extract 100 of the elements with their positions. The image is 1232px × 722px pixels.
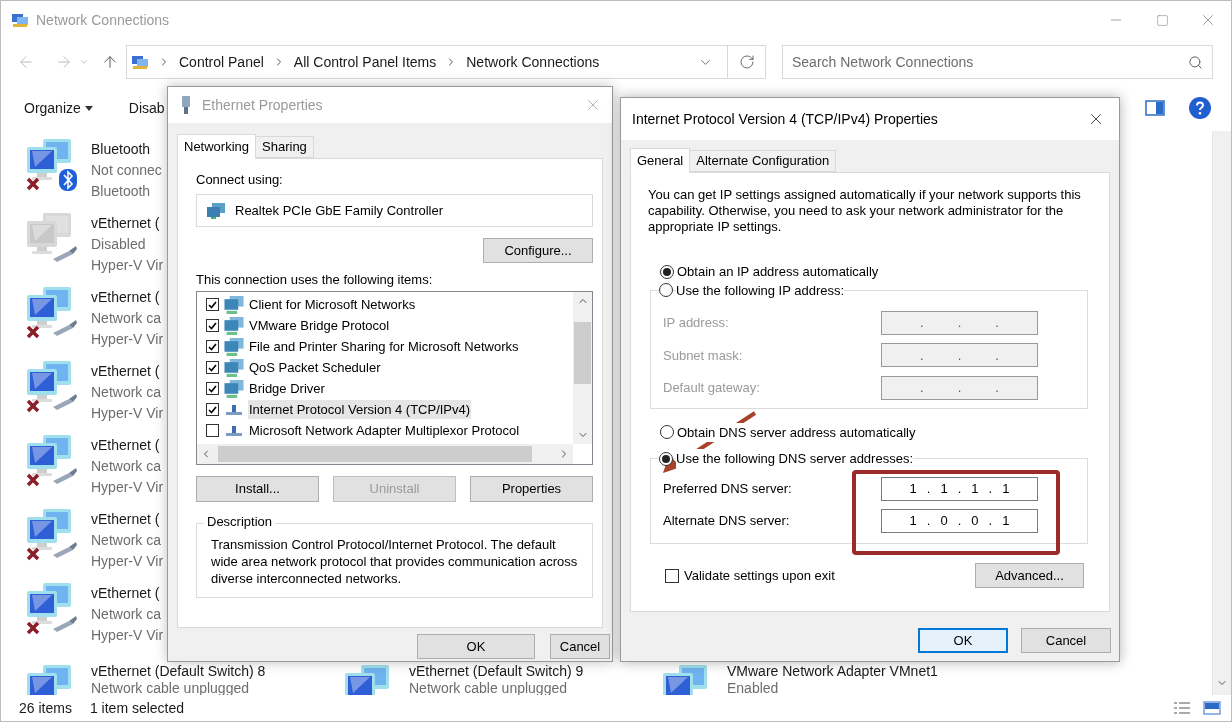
radio-button[interactable] <box>659 451 673 466</box>
connection-status: Not connec <box>91 161 162 180</box>
connection-device: Hyper-V Vir <box>91 552 164 571</box>
field-label: Alternate DNS server: <box>663 512 791 531</box>
address-bar[interactable]: Control Panel All Control Panel Items Network Connections <box>126 45 728 79</box>
selection-count: 1 item selected <box>89 698 185 718</box>
refresh-button[interactable] <box>728 45 766 79</box>
details-view-icon[interactable] <box>1173 702 1191 714</box>
field-label: Subnet mask: <box>663 346 744 365</box>
tab[interactable]: General <box>630 148 691 173</box>
connection-status: Enabled <box>727 680 780 695</box>
scrollbar[interactable] <box>197 444 573 464</box>
toolbar-button[interactable]: Disab <box>128 97 165 119</box>
radio-button[interactable] <box>660 425 674 440</box>
connection-name: vEthernet ( <box>91 584 161 603</box>
toolbar-button[interactable]: Organize <box>24 97 93 119</box>
search-field[interactable]: Search Network Connections <box>782 45 1213 79</box>
connection-status: Network ca <box>91 309 163 328</box>
component-label[interactable]: Client for Microsoft Networks <box>248 294 417 315</box>
connection-status: Network ca <box>91 383 163 402</box>
dialog-title: Internet Protocol Version 4 (TCP/IPv4) Properties <box>632 109 938 129</box>
ip-address-field[interactable]: 1.1.1.1 <box>881 477 1038 501</box>
checkbox[interactable] <box>206 403 219 416</box>
connection-device: Hyper-V Vir <box>91 330 164 349</box>
dialog-button[interactable]: Cancel <box>1021 628 1111 653</box>
tab[interactable]: Sharing <box>256 136 314 158</box>
checkbox[interactable] <box>206 319 219 332</box>
field-label: Preferred DNS server: <box>663 480 793 499</box>
intro-text: You can get IP settings assigned automatically if your network supports this capability. Otherwise, you need to ask your network administrator for the appropriate IP settings. <box>648 187 1082 235</box>
checkbox[interactable] <box>206 298 219 311</box>
component-label[interactable]: File and Printer Sharing for Microsoft Networks <box>248 336 520 357</box>
connection-device: Bluetooth <box>91 182 152 201</box>
dialog-button[interactable]: Install... <box>196 476 319 502</box>
ip-address-field[interactable]: 1.0.0.1 <box>881 509 1038 533</box>
ethernet-plug-icon <box>181 95 191 115</box>
up-icon[interactable] <box>101 53 119 71</box>
connection-status: Network ca <box>91 605 163 624</box>
connection-name: VMware Network Adapter VMnet1 <box>727 663 938 680</box>
dialog-button[interactable]: Properties <box>470 476 593 502</box>
preview-pane-icon[interactable] <box>1145 100 1165 116</box>
tiles-view-icon[interactable] <box>1203 701 1221 715</box>
network-folder-icon <box>131 54 149 70</box>
field-label: Connect using: <box>196 171 284 189</box>
connection-name: vEthernet (Default Switch) 9 <box>409 663 584 680</box>
dialog-title: Ethernet Properties <box>202 95 323 115</box>
group-title: Description <box>204 514 276 530</box>
item-count: 26 items <box>19 698 72 718</box>
checkbox-label[interactable]: Validate settings upon exit <box>684 565 835 586</box>
scrollbar[interactable] <box>1212 131 1231 695</box>
connection-name: Bluetooth <box>91 140 152 159</box>
connection-status: Network ca <box>91 531 163 550</box>
connection-device: Hyper-V Vir <box>91 256 164 275</box>
connection-name: vEthernet ( <box>91 214 161 233</box>
connection-name: vEthernet ( <box>91 288 161 307</box>
connection-name: vEthernet (Default Switch) 8 <box>91 663 266 680</box>
connection-name: vEthernet ( <box>91 510 161 529</box>
dialog-button[interactable]: Configure... <box>483 238 593 263</box>
connection-device: Hyper-V Vir <box>91 626 164 645</box>
checkbox[interactable] <box>206 340 219 353</box>
radio-button[interactable] <box>660 264 674 279</box>
component-label[interactable]: Bridge Driver <box>248 378 326 399</box>
connection-status: Network ca <box>91 457 163 476</box>
dialog-button[interactable]: Cancel <box>550 634 610 659</box>
dialog-button[interactable]: OK <box>417 634 535 659</box>
adapter-name: Realtek PCIe GbE Family Controller <box>235 201 444 220</box>
refresh-icon <box>738 54 755 70</box>
connection-status: Network cable unplugged <box>91 680 250 695</box>
breadcrumb[interactable]: All Control Panel Items <box>293 51 437 73</box>
connection-device: Hyper-V Vir <box>91 478 164 497</box>
component-label[interactable]: QoS Packet Scheduler <box>248 357 382 378</box>
component-label[interactable]: VMware Bridge Protocol <box>248 315 391 336</box>
radio-label[interactable]: Obtain DNS server address automatically <box>677 422 916 442</box>
scrollbar[interactable] <box>573 292 592 444</box>
connection-status: Disabled <box>91 235 147 254</box>
tab[interactable]: Alternate Configuration <box>690 150 837 172</box>
field-label: This connection uses the following items: <box>196 271 434 289</box>
component-label[interactable]: Internet Protocol Version 4 (TCP/IPv4) <box>248 399 472 420</box>
tab[interactable]: Networking <box>177 134 257 159</box>
breadcrumb[interactable]: Control Panel <box>179 51 264 73</box>
dialog-button[interactable]: Advanced... <box>975 563 1084 589</box>
connection-name: vEthernet ( <box>91 362 161 381</box>
connection-device: Hyper-V Vir <box>91 404 164 423</box>
checkbox[interactable] <box>206 382 219 395</box>
window-title: Network Connections <box>36 10 170 30</box>
caret-icon <box>84 105 93 111</box>
radio-label[interactable]: Use the following DNS server addresses: <box>676 449 913 469</box>
component-label[interactable]: Microsoft Network Adapter Multiplexor Protocol <box>248 420 521 441</box>
connection-status: Network cable unplugged <box>409 680 568 695</box>
network-adapter-icon <box>206 201 226 220</box>
checkbox[interactable] <box>665 568 679 583</box>
checkbox[interactable] <box>206 424 219 437</box>
connection-name: vEthernet ( <box>91 436 161 455</box>
dialog-button[interactable]: OK <box>918 628 1008 653</box>
breadcrumb[interactable]: Network Connections <box>466 51 600 73</box>
search-icon[interactable] <box>1188 55 1203 70</box>
checkbox[interactable] <box>206 361 219 374</box>
field-label: Default gateway: <box>663 379 761 397</box>
description-text: Transmission Control Protocol/Internet Protocol. The default wide area network protocol that provides communication across diverse interconnected networks. <box>211 536 578 587</box>
help-icon[interactable] <box>1189 97 1211 119</box>
field-label: IP address: <box>663 314 730 332</box>
